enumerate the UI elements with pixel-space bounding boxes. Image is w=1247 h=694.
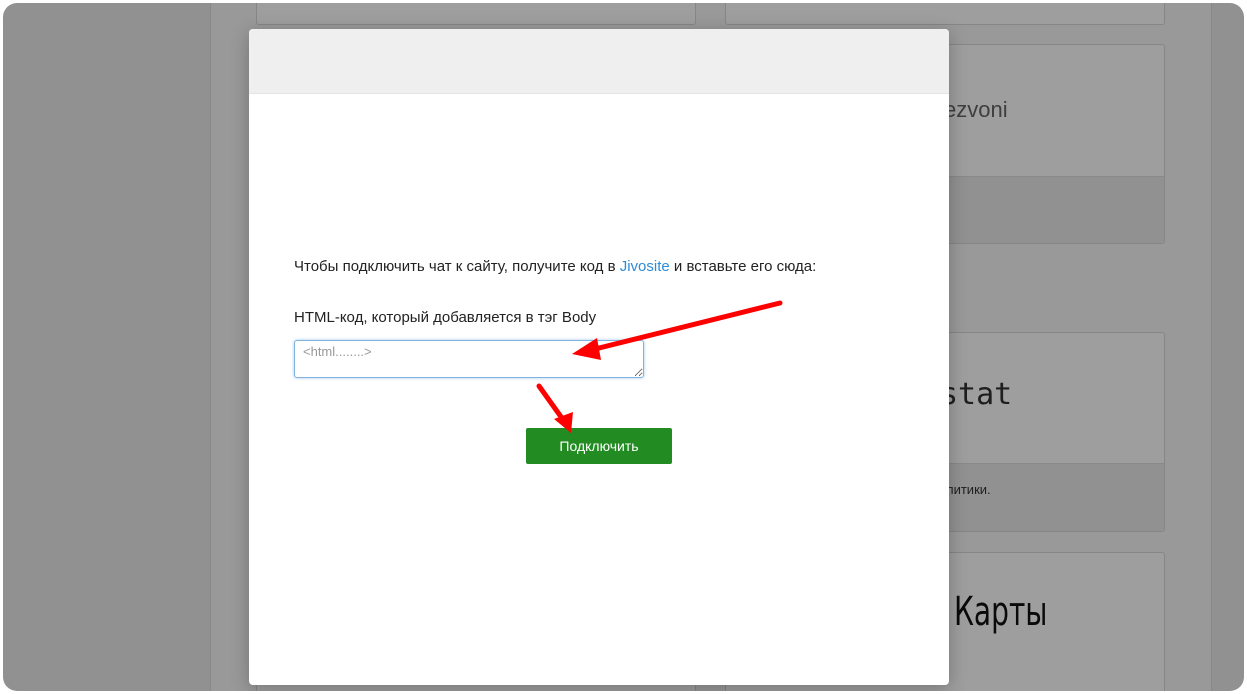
arrow-to-button-icon — [536, 383, 573, 433]
jivosite-connect-modal: Чтобы подключить чат к сайту, получите к… — [249, 29, 949, 685]
modal-instructions: Чтобы подключить чат к сайту, получите к… — [294, 258, 816, 275]
connect-button[interactable]: Подключить — [526, 428, 672, 464]
jivosite-link[interactable]: Jivosite — [620, 258, 670, 275]
html-code-label: HTML-код, который добавляется в тэг Body — [294, 309, 597, 326]
instructions-text-start: Чтобы подключить чат к сайту, получите к… — [294, 258, 620, 275]
modal-header — [249, 29, 949, 94]
html-code-input[interactable] — [294, 340, 644, 378]
instructions-text-end: и вставьте его сюда: — [669, 258, 817, 275]
screen: ezvoni stat литики. Карты Чтобы подключи… — [0, 0, 1247, 694]
browser-viewport: ezvoni stat литики. Карты Чтобы подключи… — [3, 3, 1244, 691]
